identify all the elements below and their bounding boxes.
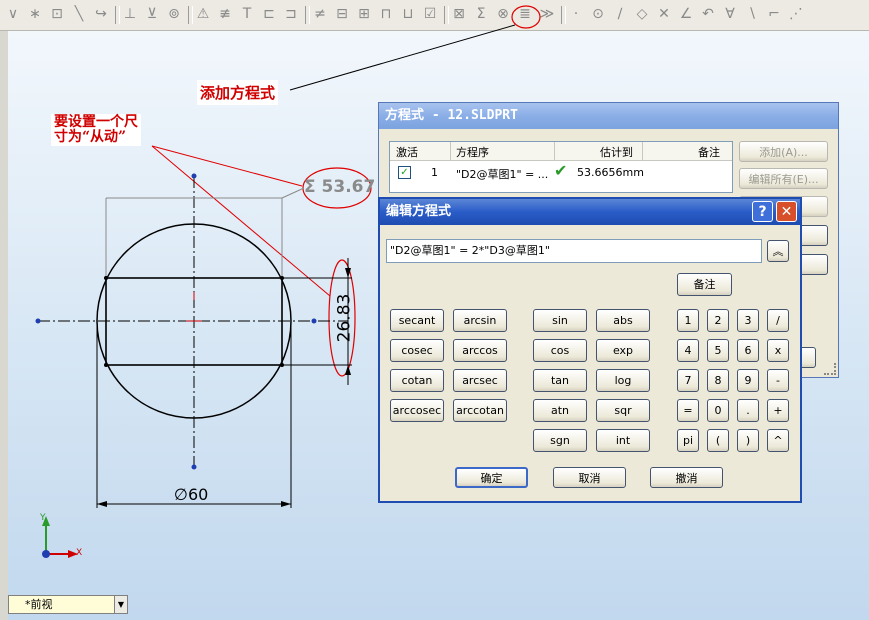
collapse-chevron-icon[interactable]: ︽ <box>767 240 789 262</box>
view-orientation-value: *前视 <box>25 598 53 611</box>
key-x-button[interactable]: x <box>767 339 789 362</box>
row-value: 53.6656mm <box>577 166 644 179</box>
row-equation[interactable]: "D2@草图1" = ... <box>456 166 548 182</box>
fn-cos-button[interactable]: cos <box>533 339 587 362</box>
equations-table: 激活 方程序 估计到 备注 ✓ 1 "D2@草图1" = ... ✔ 53.66… <box>389 141 733 193</box>
fn-arcsec-button[interactable]: arcsec <box>453 369 507 392</box>
key--button[interactable]: . <box>737 399 759 422</box>
fn-secant-button[interactable]: secant <box>390 309 444 332</box>
col-comment[interactable]: 备注 <box>698 144 720 160</box>
key-9-button[interactable]: 9 <box>737 369 759 392</box>
ok-button[interactable]: 确定 <box>455 467 528 488</box>
fn-atn-button[interactable]: atn <box>533 399 587 422</box>
resize-grip-icon[interactable] <box>824 363 836 375</box>
vertical-dimension-text[interactable]: 26.83 <box>334 294 354 343</box>
row-index: 1 <box>431 166 438 179</box>
fn-tan-button[interactable]: tan <box>533 369 587 392</box>
add-equation-leader <box>289 24 516 91</box>
equations-window-title: 方程式 - 12.SLDPRT <box>379 103 838 129</box>
close-icon[interactable]: ✕ <box>776 201 797 222</box>
edit-all-button[interactable]: 编辑所有(E)... <box>739 168 828 189</box>
equation-button-highlight <box>511 5 541 29</box>
check-icon: ✔ <box>554 161 568 180</box>
driven-dimension-text[interactable]: Σ 53.67 <box>304 177 375 197</box>
key--button[interactable]: = <box>677 399 699 422</box>
help-icon[interactable]: ? <box>752 201 773 222</box>
fn-abs-button[interactable]: abs <box>596 309 650 332</box>
fn-arccosec-button[interactable]: arccosec <box>390 399 444 422</box>
set-driven-annotation: 要设置一个尺 寸为“从动” <box>51 114 141 146</box>
driven-leader-2 <box>151 145 331 297</box>
axis-x-label: X <box>76 548 83 558</box>
col-active[interactable]: 激活 <box>396 144 418 160</box>
key-2-button[interactable]: 2 <box>707 309 729 332</box>
active-checkbox[interactable]: ✓ <box>398 166 411 179</box>
key--button[interactable]: ) <box>737 429 759 452</box>
fn-cosec-button[interactable]: cosec <box>390 339 444 362</box>
comment-button[interactable]: 备注 <box>677 273 732 296</box>
cancel-button[interactable]: 取消 <box>553 467 626 488</box>
chevron-down-icon[interactable]: ▼ <box>114 596 127 613</box>
key-7-button[interactable]: 7 <box>677 369 699 392</box>
key--button[interactable]: / <box>767 309 789 332</box>
key-6-button[interactable]: 6 <box>737 339 759 362</box>
col-evaluates[interactable]: 估计到 <box>600 144 633 160</box>
undo-button[interactable]: 撤消 <box>650 467 723 488</box>
fn-sgn-button[interactable]: sgn <box>533 429 587 452</box>
add-equation-annotation: 添加方程式 <box>197 80 279 105</box>
diameter-dimension-text[interactable]: ∅60 <box>174 485 208 504</box>
add-button[interactable]: 添加(A)... <box>739 141 828 162</box>
fn-arccotan-button[interactable]: arccotan <box>453 399 507 422</box>
fn-sqr-button[interactable]: sqr <box>596 399 650 422</box>
key--button[interactable]: ( <box>707 429 729 452</box>
key-1-button[interactable]: 1 <box>677 309 699 332</box>
key-3-button[interactable]: 3 <box>737 309 759 332</box>
fn-cotan-button[interactable]: cotan <box>390 369 444 392</box>
equation-input[interactable]: "D2@草图1" = 2*"D3@草图1" <box>386 239 762 263</box>
driven-leader-1 <box>151 145 303 187</box>
key-0-button[interactable]: 0 <box>707 399 729 422</box>
key--button[interactable]: + <box>767 399 789 422</box>
fn-log-button[interactable]: log <box>596 369 650 392</box>
key--button[interactable]: ^ <box>767 429 789 452</box>
fn-exp-button[interactable]: exp <box>596 339 650 362</box>
key-5-button[interactable]: 5 <box>707 339 729 362</box>
key--button[interactable]: - <box>767 369 789 392</box>
edit-equation-title: 编辑方程式 <box>380 199 800 225</box>
fn-arccos-button[interactable]: arccos <box>453 339 507 362</box>
axis-y-label: Y <box>40 513 46 523</box>
key-8-button[interactable]: 8 <box>707 369 729 392</box>
fn-sin-button[interactable]: sin <box>533 309 587 332</box>
key-pi-button[interactable]: pi <box>677 429 699 452</box>
col-equation[interactable]: 方程序 <box>456 144 489 160</box>
key-4-button[interactable]: 4 <box>677 339 699 362</box>
fn-arcsin-button[interactable]: arcsin <box>453 309 507 332</box>
view-orientation-combo[interactable]: *前视 ▼ <box>8 595 128 614</box>
fn-int-button[interactable]: int <box>596 429 650 452</box>
edit-equation-dialog: 编辑方程式 ? ✕ "D2@草图1" = 2*"D3@草图1" ︽ 备注 确定 … <box>378 197 802 503</box>
